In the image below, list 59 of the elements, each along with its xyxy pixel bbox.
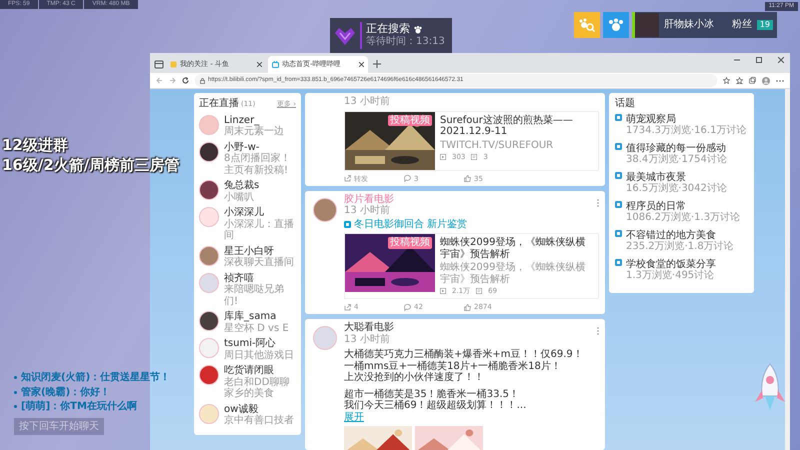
chat-message: 知识闭麦(火箭)：仕贯送星星节！ <box>21 372 170 384</box>
topic-stats: 235.2万浏览·1.8万讨论 <box>626 241 734 252</box>
post-time: 13 小时前 <box>344 334 391 346</box>
streamer-name[interactable]: Linzer_ <box>224 114 284 126</box>
streamer-name[interactable]: tsumi-阿心 <box>224 338 294 350</box>
stream-title: 老白和DD聊聊家乡的美食 <box>224 376 290 400</box>
video-title: 蜘蛛侠2099登场，《蜘蛛侠纵横宇宙》预告解析 <box>440 237 586 260</box>
topic-link[interactable]: 最美城市夜景 <box>626 172 727 183</box>
video-tag: 投稿视频 <box>388 237 432 249</box>
topic-stats: 1086.2万浏览·1.3万讨论 <box>626 212 740 224</box>
video-description: 蜘蛛侠2099登场，《蜘蛛侠纵横宇宙》预告解析 <box>440 262 586 286</box>
topic-link[interactable]: 学校食堂的饭菜分享 <box>626 258 716 270</box>
topic-stats: 1734.3万浏览·16.1万讨论 <box>626 125 746 136</box>
stream-title: 京中有善口技者 <box>224 415 294 426</box>
post-text-line: 超市一桶德芙是35！脆香米一桶33.5！ <box>344 388 520 400</box>
stream-title: 深夜聊天直播间 <box>224 257 294 268</box>
video-description: TWITCH.TV/SUREFOUR <box>440 140 554 151</box>
stream-title: 周末元素一边 <box>224 126 284 138</box>
topic-link[interactable]: 萌宠观察局 <box>626 114 746 125</box>
video-tag: 投稿视频 <box>388 114 432 126</box>
post-text-line: 大桶德芙巧克力三桶酶装+爆香米+m豆！！仅69.9！ <box>344 349 584 360</box>
post-time: 13 小时前 <box>344 205 391 217</box>
post-text-line: 我们今天三桶69！超级超级划算！！！... <box>344 400 528 412</box>
streamer-name[interactable]: ow诚毅 <box>224 404 294 415</box>
stream-title: 来陪嗯哒兄弟们! <box>224 284 285 307</box>
streamer-name[interactable]: 兔总裁s <box>224 180 260 192</box>
chat-message: [萌萌]：你TM在玩什么啊 <box>21 401 137 412</box>
post-text-line: 一桶mms豆+一桶德芙18片+一桶脆香米18片！ <box>344 360 562 372</box>
overlay-note: 12级进群 <box>2 136 69 156</box>
fan-label: 粉丝 <box>732 19 752 31</box>
topic-link[interactable]: 值得珍藏的每一份感动 <box>626 142 727 154</box>
wait-time: 等待时间：13:13 <box>366 36 445 48</box>
streamer-name[interactable]: 星王小白呀 <box>224 246 294 257</box>
streamer-name[interactable]: 吃货请闭眼 <box>224 365 296 376</box>
overlay-note: 16级/2火箭/周榜前三房管 <box>2 156 180 175</box>
panel-title: 话题 <box>615 98 636 110</box>
stream-title: 小嘴叭 <box>224 192 255 203</box>
post-time: 13 小时前 <box>344 96 391 108</box>
stream-title: 8点闭播回家！主页有新投稿! <box>224 153 292 176</box>
streamer-name[interactable]: 祯齐嘻 <box>224 272 296 284</box>
stream-title: 星空杯 D vs E <box>224 322 289 334</box>
video-title: Surefour这波照的煎热菜——2021.12.9-11 <box>440 114 574 138</box>
streamer-name[interactable]: 小深深儿 <box>224 207 296 218</box>
author-name[interactable]: 大聪看电影 <box>344 322 599 334</box>
search-status: 正在搜索 <box>366 23 410 36</box>
post-text-line: 上次没抢到的小伙伴速度了！！ <box>344 372 485 384</box>
streamer-name[interactable]: 小野-w- <box>224 142 296 153</box>
stream-title: 小深深儿：直播间 <box>224 218 295 242</box>
level-badge: 19 <box>756 20 773 30</box>
panel-title: 正在直播 <box>199 98 239 110</box>
streamer-name: 肝物妹小冰 <box>664 19 714 31</box>
streamer-name[interactable]: 库库_sama <box>224 311 289 322</box>
topic-stats: 38.4万浏览·1754讨论 <box>626 154 727 166</box>
topic-stats: 16.5万浏览·3042讨论 <box>626 183 727 194</box>
topic-stats: 1.3万浏览·495讨论 <box>626 270 716 282</box>
stream-title: 周日其他游戏日 <box>224 350 294 361</box>
topic-link[interactable]: 程序员的日常 <box>626 200 740 212</box>
topic-link[interactable]: 不容错过的地方美食 <box>626 230 734 241</box>
chat-message: 管家(晚霸)：你好！ <box>21 386 110 398</box>
